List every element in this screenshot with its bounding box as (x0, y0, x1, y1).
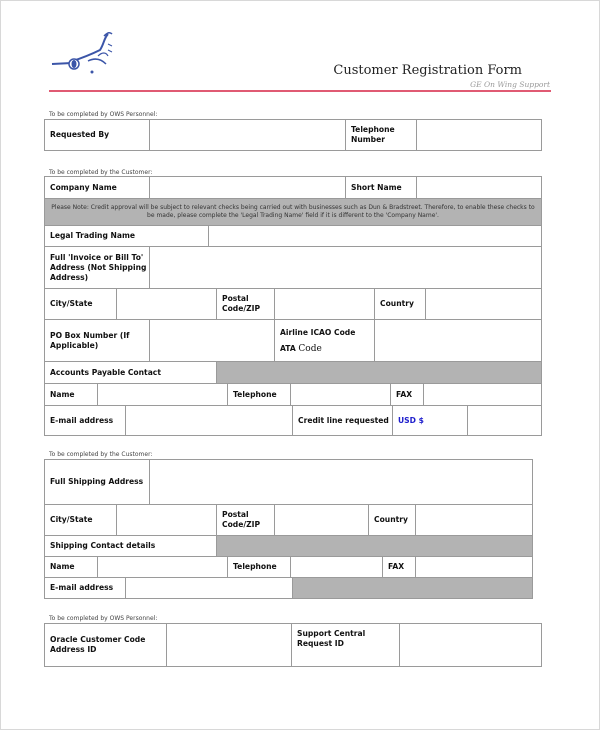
customer-caption: To be completed by the Customer: (49, 169, 153, 176)
postal-code-field[interactable] (274, 288, 375, 320)
shipping-name-table: Name Telephone FAX (44, 556, 533, 578)
city-state-table: City/State Postal Code/ZIP Country (44, 288, 542, 320)
shipping-address-label: Full Shipping Address (44, 459, 150, 505)
shipping-email-shaded (292, 577, 533, 599)
support-central-label: Support Central Request ID (291, 623, 400, 667)
form-subtitle: GE On Wing Support (470, 80, 550, 89)
accounts-payable-shaded (216, 361, 542, 384)
ap-contact-table: Name Telephone FAX (44, 383, 542, 406)
shipping-postal-code-label: Postal Code/ZIP (216, 504, 275, 536)
shipping-email-table: E-mail address (44, 577, 533, 599)
shipping-caption: To be completed by the Customer: (49, 451, 153, 458)
postal-code-label: Postal Code/ZIP (216, 288, 275, 320)
ows-personnel-caption: To be completed by OWS Personnel: (49, 111, 158, 118)
telephone-number-field[interactable] (416, 119, 542, 151)
shipping-email-label: E-mail address (44, 577, 126, 599)
company-name-field[interactable] (149, 176, 346, 199)
shipping-telephone-field[interactable] (290, 556, 383, 578)
shipping-address-field[interactable] (149, 459, 533, 505)
usd-label: USD $ (392, 405, 468, 436)
ap-name-field[interactable] (97, 383, 228, 406)
shipping-fax-label: FAX (382, 556, 416, 578)
short-name-label: Short Name (345, 176, 417, 199)
ge-logo-icon (51, 31, 113, 74)
customer-table-top: Company Name Short Name Please Note: Cre… (44, 176, 542, 226)
accounts-payable-table: Accounts Payable Contact (44, 361, 542, 384)
shipping-name-label: Name (44, 556, 98, 578)
shipping-contact-shaded (216, 535, 533, 557)
shipping-name-field[interactable] (97, 556, 228, 578)
shipping-country-label: Country (368, 504, 416, 536)
ap-email-label: E-mail address (44, 405, 126, 436)
ows-bottom-table: Oracle Customer Code Address ID Support … (44, 623, 542, 667)
shipping-address-table: Full Shipping Address (44, 459, 533, 505)
po-box-table: PO Box Number (If Applicable) Airline IC… (44, 319, 542, 362)
ata-code-label: ATA Code (280, 344, 374, 354)
ap-name-label: Name (44, 383, 98, 406)
shipping-city-state-field[interactable] (116, 504, 217, 536)
ap-fax-field[interactable] (423, 383, 542, 406)
credit-approval-note: Please Note: Credit approval will be sub… (44, 198, 542, 226)
shipping-contact-table: Shipping Contact details (44, 535, 533, 557)
requested-table: Requested By Telephone Number (44, 119, 542, 151)
oracle-code-label: Oracle Customer Code Address ID (44, 623, 167, 667)
shipping-telephone-label: Telephone (227, 556, 291, 578)
short-name-field[interactable] (416, 176, 542, 199)
airline-codes-field[interactable] (374, 319, 542, 362)
shipping-city-table: City/State Postal Code/ZIP Country (44, 504, 533, 536)
po-box-field[interactable] (149, 319, 275, 362)
shipping-fax-field[interactable] (415, 556, 533, 578)
shipping-city-state-label: City/State (44, 504, 117, 536)
credit-line-label: Credit line requested (292, 405, 393, 436)
ata-prefix: ATA (280, 343, 296, 353)
legal-trading-name-field[interactable] (208, 225, 542, 247)
legal-trading-name-label: Legal Trading Name (44, 225, 209, 247)
shipping-postal-code-field[interactable] (274, 504, 369, 536)
city-state-label: City/State (44, 288, 117, 320)
requested-by-label: Requested By (44, 119, 150, 151)
accounts-payable-label: Accounts Payable Contact (44, 361, 217, 384)
ap-email-field[interactable] (125, 405, 293, 436)
requested-by-field[interactable] (149, 119, 346, 151)
country-field[interactable] (425, 288, 542, 320)
company-name-label: Company Name (44, 176, 150, 199)
ata-code-text: Code (298, 343, 322, 354)
ap-email-table: E-mail address Credit line requested USD… (44, 405, 542, 436)
po-box-label: PO Box Number (If Applicable) (44, 319, 150, 362)
shipping-email-field[interactable] (125, 577, 293, 599)
oracle-code-field[interactable] (166, 623, 292, 667)
legal-trading-table: Legal Trading Name (44, 225, 542, 247)
credit-line-field[interactable] (467, 405, 542, 436)
shipping-country-field[interactable] (415, 504, 533, 536)
ap-telephone-label: Telephone (227, 383, 291, 406)
telephone-number-label: Telephone Number (345, 119, 417, 151)
ap-fax-label: FAX (390, 383, 424, 406)
city-state-field[interactable] (116, 288, 217, 320)
invoice-address-table: Full 'Invoice or Bill To' Address (Not S… (44, 246, 542, 289)
ows-bottom-caption: To be completed by OWS Personnel: (49, 615, 158, 622)
form-title: Customer Registration Form (333, 63, 522, 78)
airline-icao-label: Airline ICAO Code (280, 327, 356, 337)
ap-telephone-field[interactable] (290, 383, 391, 406)
header-divider (49, 90, 551, 92)
support-central-field[interactable] (399, 623, 542, 667)
shipping-contact-label: Shipping Contact details (44, 535, 217, 557)
invoice-address-label: Full 'Invoice or Bill To' Address (Not S… (44, 246, 150, 289)
airline-codes-label: Airline ICAO Code ATA Code (274, 319, 375, 362)
invoice-address-field[interactable] (149, 246, 542, 289)
country-label: Country (374, 288, 426, 320)
